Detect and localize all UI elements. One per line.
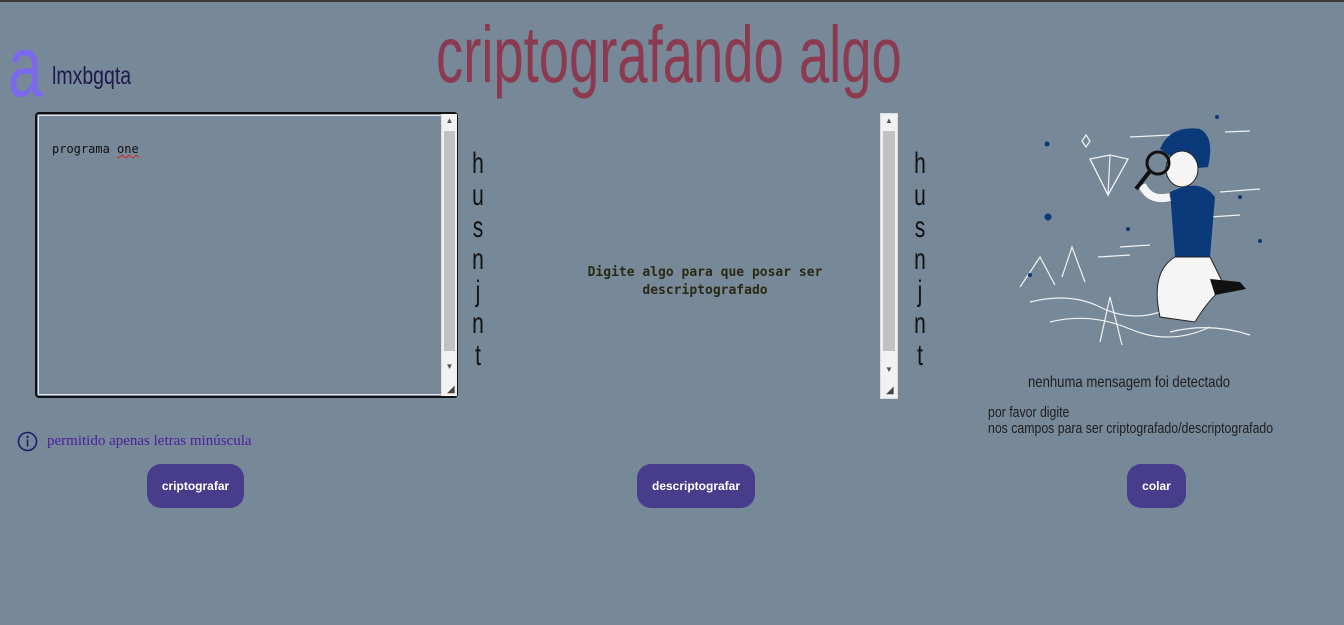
notice-text: permitido apenas letras minúscula bbox=[47, 433, 252, 449]
output-placeholder-message: Digite algo para que posar ser descripto… bbox=[587, 265, 823, 298]
spellcheck-word: one bbox=[117, 142, 139, 156]
scrollbar-thumb[interactable] bbox=[444, 131, 455, 351]
input-scrollbar[interactable]: ▲ ▼ bbox=[441, 114, 457, 396]
instruction-text: por favor digite nos campos para ser cri… bbox=[988, 404, 1274, 437]
resize-grip-icon[interactable]: ◢ bbox=[886, 386, 896, 396]
vertical-text-left: husnjnt bbox=[472, 147, 484, 372]
scroll-down-icon[interactable]: ▼ bbox=[442, 360, 457, 374]
no-message-label: nenhuma mensagem foi detectado bbox=[1028, 374, 1231, 391]
text-input-area[interactable]: programa one ▲ ▼ ◢ bbox=[35, 112, 458, 398]
resize-grip-icon[interactable]: ◢ bbox=[447, 385, 457, 395]
info-icon bbox=[17, 431, 38, 452]
scroll-up-icon[interactable]: ▲ bbox=[442, 114, 457, 128]
scroll-down-icon[interactable]: ▼ bbox=[881, 363, 897, 377]
paste-button[interactable]: colar bbox=[1127, 464, 1186, 508]
output-scrollbar[interactable]: ▲ ▼ ◢ bbox=[880, 113, 898, 399]
input-value: programa one bbox=[52, 142, 139, 156]
lowercase-notice: permitido apenas letras minúscula bbox=[17, 431, 252, 452]
scroll-up-icon[interactable]: ▲ bbox=[881, 114, 897, 128]
vertical-text-right: husnjnt bbox=[914, 147, 926, 372]
scrollbar-thumb[interactable] bbox=[883, 131, 895, 351]
decrypt-button[interactable]: descriptografar bbox=[637, 464, 755, 508]
logo-mark: a bbox=[8, 19, 43, 115]
encrypt-button[interactable]: criptografar bbox=[147, 464, 244, 508]
person-with-magnifier-and-diamond-illustration bbox=[1019, 115, 1262, 346]
page-title: criptografando algo bbox=[436, 10, 902, 99]
brand-name: lmxbgqta bbox=[52, 62, 132, 90]
